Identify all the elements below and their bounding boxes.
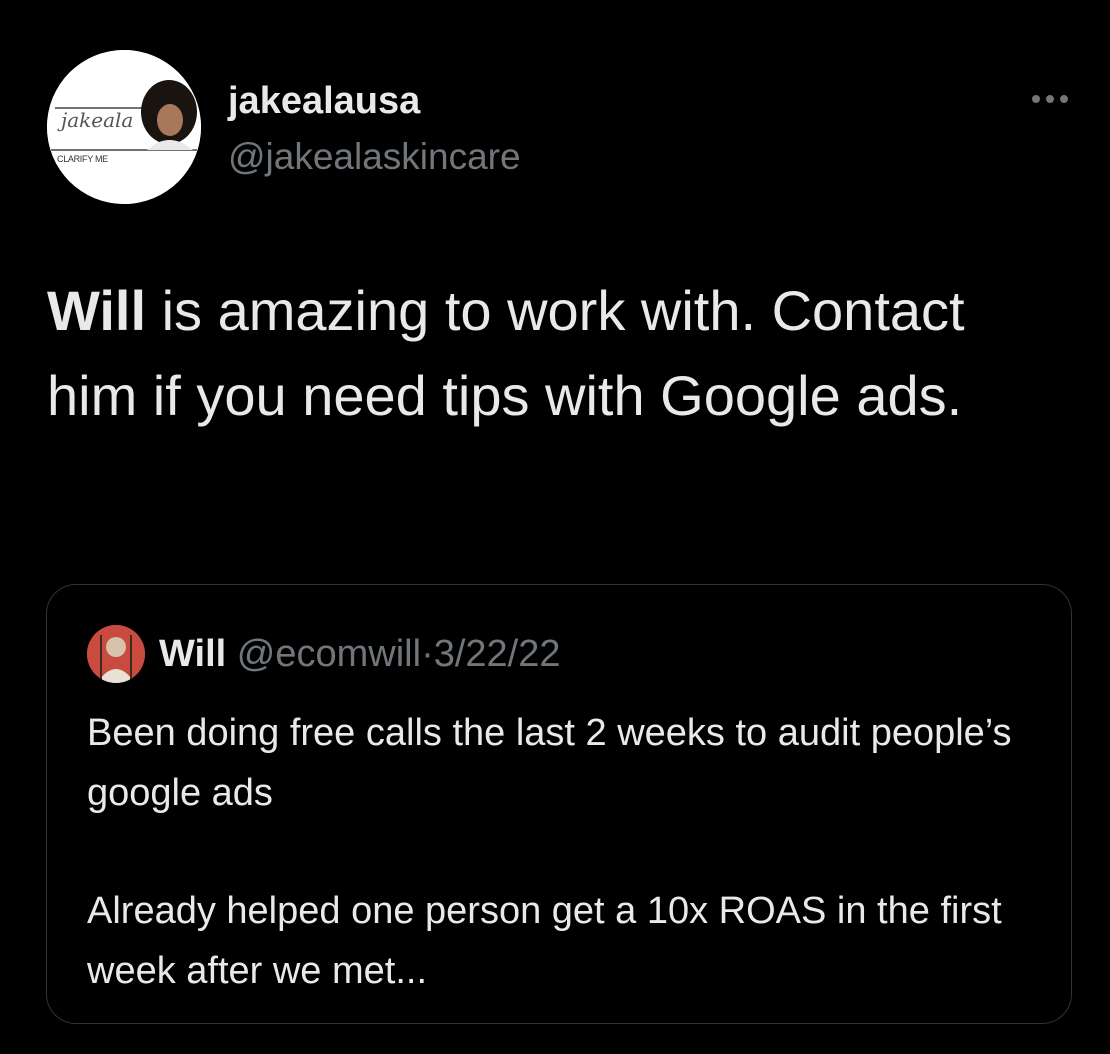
avatar-logo-banner: CLARIFY ME [57,154,108,164]
quoted-paragraph-1: Been doing free calls the last 2 weeks t… [87,712,1012,814]
quoted-handle[interactable]: @ecomwill [237,633,421,675]
more-dot [1032,95,1040,103]
more-horizontal-icon[interactable] [1022,84,1078,114]
quoted-display-name[interactable]: Will [159,633,226,675]
quoted-author-avatar[interactable] [87,625,145,683]
author-handle[interactable]: @jakealaskincare [228,134,521,180]
tweet-text: Will is amazing to work with. Contact hi… [47,268,1057,438]
quoted-header: Will @ecomwill·3/22/22 [159,631,561,677]
author-display-name[interactable]: jakealausa [228,78,420,124]
author-avatar[interactable]: jakeala CLARIFY ME [47,50,201,204]
quoted-text: Been doing free calls the last 2 weeks t… [87,703,1037,1001]
quoted-separator: · [421,633,434,675]
more-dot [1046,95,1054,103]
tweet-text-bold: Will [47,279,147,342]
avatar-logo-script: jakeala [61,108,134,132]
tweet-text-body: is amazing to work with. Contact him if … [47,279,965,427]
more-dot [1060,95,1068,103]
tweet: jakeala CLARIFY ME jakealausa @jakealask… [0,0,1110,1054]
quoted-date[interactable]: 3/22/22 [434,633,561,675]
quoted-paragraph-2: Already helped one person get a 10x ROAS… [87,890,1002,992]
quoted-tweet-card[interactable]: Will @ecomwill·3/22/22 Been doing free c… [46,584,1072,1024]
